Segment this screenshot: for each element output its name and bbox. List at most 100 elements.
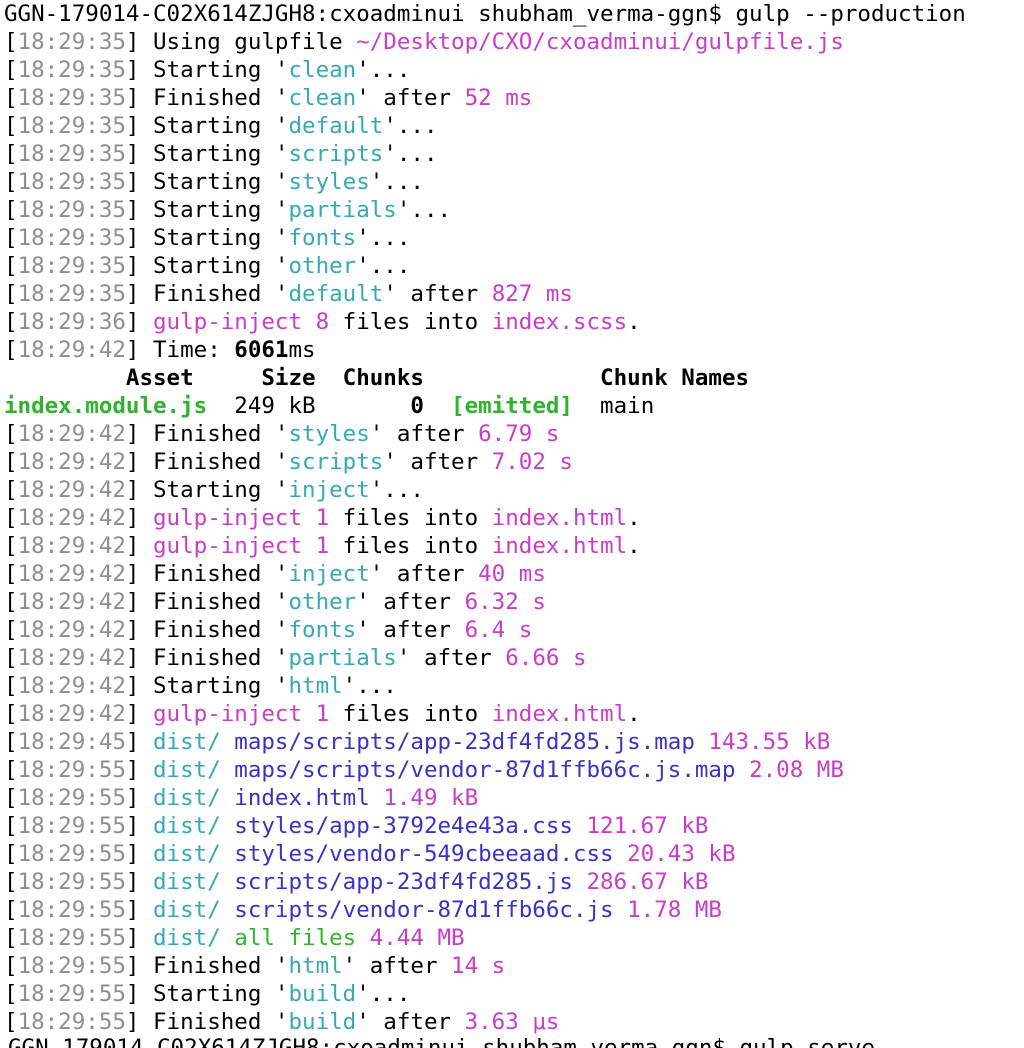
timestamp: 18:29:42	[17, 701, 126, 727]
plain-text: [	[4, 617, 18, 643]
plain-text: [	[4, 813, 18, 839]
timestamp: 18:29:55	[17, 841, 126, 867]
log-line: [18:29:42] gulp-inject 1 files into inde…	[4, 700, 1020, 728]
plain-text: [	[4, 337, 18, 363]
plain-text: [	[4, 589, 18, 615]
plain-text: '...	[356, 225, 411, 251]
plain-text: ' after	[342, 953, 452, 979]
plain-text: [	[4, 729, 18, 755]
highlight-magenta: index.html	[491, 533, 628, 559]
plain-text: [	[4, 897, 18, 923]
task-name: dist/	[153, 729, 221, 755]
task-name: fonts	[288, 225, 357, 251]
plain-text: ]	[125, 813, 154, 839]
log-line: [18:29:55] Starting 'build'...	[4, 980, 1020, 1008]
log-line: [18:29:42] Finished 'inject' after 40 ms	[4, 560, 1020, 588]
highlight-magenta: 1	[315, 701, 330, 727]
log-line: [18:29:42] gulp-inject 1 files into inde…	[4, 532, 1020, 560]
plain-text: ] Finished '	[125, 449, 289, 475]
highlight-magenta: 6.79 s	[478, 421, 560, 447]
plain-text: [	[4, 925, 18, 951]
log-line: [18:29:42] Starting 'html'...	[4, 672, 1020, 700]
plain-text: [	[4, 533, 18, 559]
highlight-magenta: 3.63 μs	[464, 1009, 560, 1035]
plain-text: '...	[342, 673, 397, 699]
timestamp: 18:29:42	[17, 673, 126, 699]
plain-text: ' after	[356, 85, 465, 111]
plain-text: [	[4, 477, 18, 503]
plain-text	[302, 533, 316, 559]
log-line: Asset Size Chunks Chunk Names	[4, 364, 1020, 392]
plain-text: ] Starting '	[125, 113, 289, 139]
plain-text: 249 kB	[207, 393, 411, 419]
plain-text: ] Starting '	[125, 253, 289, 279]
plain-text: [	[4, 757, 18, 783]
log-line: [18:29:45] dist/ maps/scripts/app-23df4f…	[4, 728, 1020, 756]
plain-text: ] Finished '	[125, 85, 289, 111]
timestamp: 18:29:42	[17, 561, 126, 587]
log-line: [18:29:42] Finished 'fonts' after 6.4 s	[4, 616, 1020, 644]
highlight-magenta: index.html	[491, 701, 628, 727]
plain-text: ]	[125, 505, 154, 531]
file-path: maps/scripts/vendor-87d1ffb66c.js.map	[234, 757, 736, 783]
plain-text: main	[572, 393, 655, 419]
plain-text: '...	[383, 113, 438, 139]
plain-text	[573, 813, 587, 839]
highlight-magenta: gulp-inject	[153, 533, 303, 559]
task-name: fonts	[288, 617, 357, 643]
bold-text: Asset Size Chunks Chunk Names	[4, 365, 750, 391]
timestamp: 18:29:35	[17, 29, 126, 55]
plain-text: ]	[125, 757, 154, 783]
plain-text: ' after	[356, 589, 465, 615]
task-name: scripts	[288, 141, 384, 167]
plain-text	[221, 841, 235, 867]
timestamp: 18:29:55	[17, 813, 126, 839]
highlight-magenta: 52 ms	[464, 85, 533, 111]
timestamp: 18:29:35	[17, 169, 126, 195]
log-line: [18:29:35] Starting 'partials'...	[4, 196, 1020, 224]
log-line: [18:29:42] Starting 'inject'...	[4, 476, 1020, 504]
file-path: scripts/vendor-87d1ffb66c.js	[234, 897, 614, 923]
log-line: [18:29:35] Starting 'other'...	[4, 252, 1020, 280]
timestamp: 18:29:45	[17, 729, 126, 755]
plain-text: [	[4, 645, 18, 671]
timestamp: 18:29:35	[17, 253, 126, 279]
plain-text	[302, 309, 316, 335]
task-name: inject	[288, 561, 370, 587]
highlight-magenta: 1.49 kB	[383, 785, 479, 811]
plain-text: [	[4, 561, 18, 587]
terminal-output[interactable]: GGN-179014-C02X614ZJGH8:cxoadminui shubh…	[4, 0, 1020, 1048]
task-name: partials	[288, 197, 397, 223]
plain-text	[573, 869, 587, 895]
plain-text: ' after	[396, 645, 506, 671]
plain-text: ] Starting '	[125, 141, 289, 167]
plain-text: [	[4, 449, 18, 475]
log-line: [18:29:35] Starting 'scripts'...	[4, 140, 1020, 168]
highlight-magenta: 827 ms	[491, 281, 573, 307]
plain-text: ' after	[369, 561, 479, 587]
task-name: dist/	[153, 841, 221, 867]
plain-text: [	[4, 141, 18, 167]
plain-text: files into	[329, 505, 492, 531]
plain-text: ' after	[356, 1009, 465, 1035]
highlight-magenta: 6.4 s	[464, 617, 533, 643]
plain-text: ' after	[383, 449, 492, 475]
plain-text: '...	[369, 169, 424, 195]
plain-text: '...	[356, 57, 411, 83]
plain-text: ] Using gulpfile	[125, 29, 357, 55]
plain-text	[221, 757, 235, 783]
plain-text: ] Starting '	[125, 477, 289, 503]
log-line: [18:29:55] dist/ scripts/vendor-87d1ffb6…	[4, 896, 1020, 924]
timestamp: 18:29:55	[17, 953, 126, 979]
plain-text	[221, 785, 235, 811]
task-name: html	[288, 953, 343, 979]
highlight-magenta: 20.43 kB	[627, 841, 736, 867]
task-name: dist/	[153, 785, 221, 811]
plain-text: ] Finished '	[125, 953, 289, 979]
plain-text: ]	[125, 701, 154, 727]
log-line: [18:29:35] Finished 'clean' after 52 ms	[4, 84, 1020, 112]
plain-text	[424, 393, 451, 419]
plain-text: ]	[125, 729, 154, 755]
asset-highlight: index.module.js	[4, 393, 208, 419]
timestamp: 18:29:42	[17, 449, 126, 475]
